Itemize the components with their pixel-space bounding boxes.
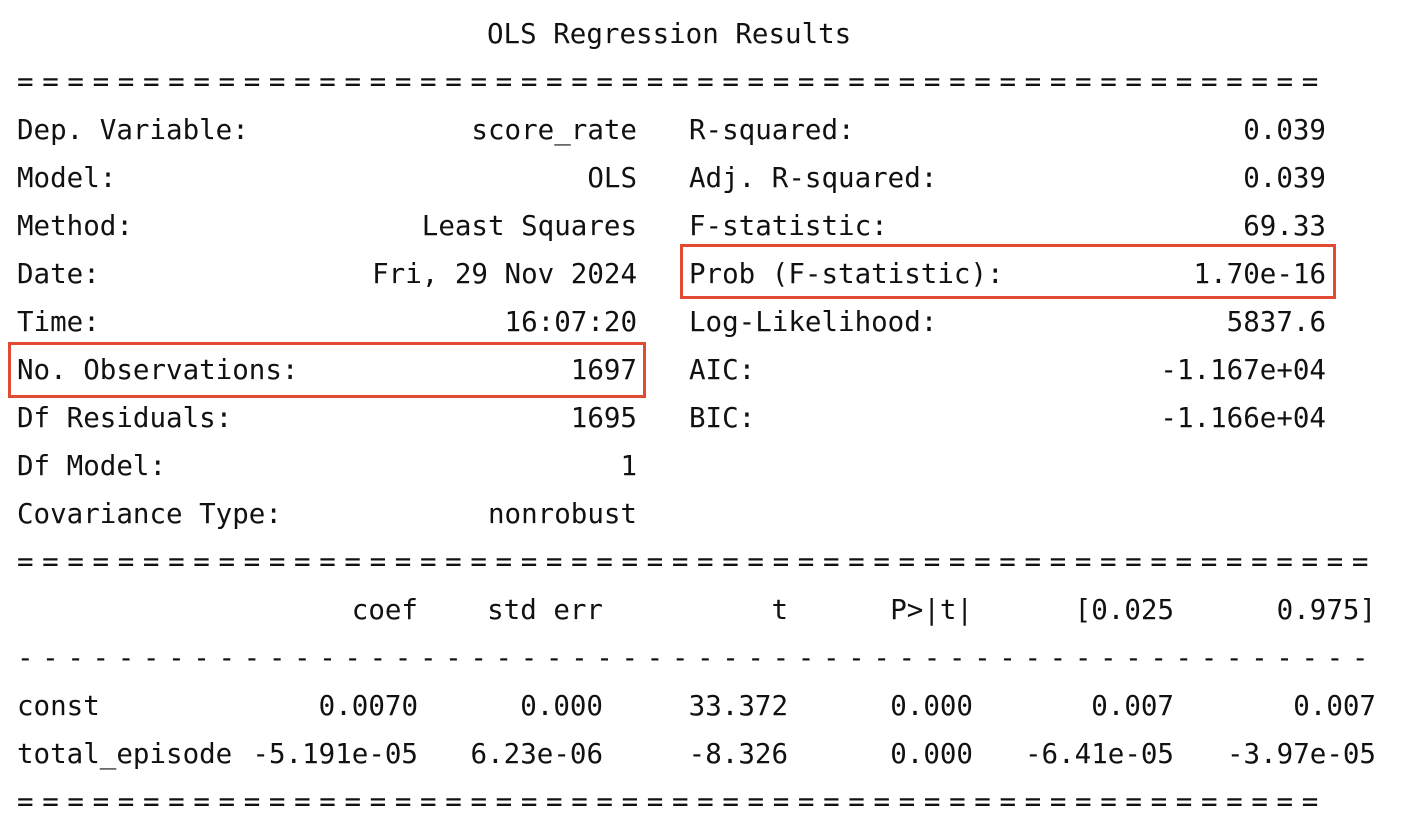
left-label-covariance-type: Covariance Type: <box>17 498 282 530</box>
left-label-time: Time: <box>17 306 100 338</box>
coef-cell-total-episode-p: 0.000 <box>890 738 973 770</box>
coef-cell-const-p: 0.000 <box>890 690 973 722</box>
coef-cell-total-episode-coef: -5.191e-05 <box>252 738 418 770</box>
right-value-adj-r-squared: 0.039 <box>1243 162 1326 194</box>
coef-cell-const-std-err: 0.000 <box>520 690 603 722</box>
left-label-model: Model: <box>17 162 117 194</box>
left-value-no-observations: 1697 <box>570 354 637 386</box>
coef-header-ci-lower: [0.025 <box>1074 594 1174 626</box>
left-value-method: Least Squares <box>421 210 637 242</box>
coef-cell-total-episode-ci-lower: -6.41e-05 <box>1024 738 1174 770</box>
right-value-f-statistic: 69.33 <box>1243 210 1326 242</box>
page-title: OLS Regression Results <box>487 18 852 50</box>
coef-row-name-const: const <box>17 690 100 722</box>
right-label-log-likelihood: Log-Likelihood: <box>689 306 938 338</box>
coef-cell-const-ci-upper: 0.007 <box>1293 690 1376 722</box>
left-value-date: Fri, 29 Nov 2024 <box>372 258 637 290</box>
right-value-prob-f-statistic: 1.70e-16 <box>1193 258 1326 290</box>
left-label-df-residuals: Df Residuals: <box>17 402 233 434</box>
coef-cell-const-t: 33.372 <box>688 690 788 722</box>
coef-row-name-total-episode: total_episode <box>17 738 233 770</box>
coef-cell-total-episode-t: -8.326 <box>688 738 788 770</box>
coef-header-t: t <box>771 594 788 626</box>
right-label-adj-r-squared: Adj. R-squared: <box>689 162 938 194</box>
left-value-dep-variable: score_rate <box>471 114 637 146</box>
left-value-model: OLS <box>587 162 637 194</box>
right-value-r-squared: 0.039 <box>1243 114 1326 146</box>
coef-header-std-err: std err <box>487 594 603 626</box>
left-value-df-model: 1 <box>620 450 637 482</box>
right-label-aic: AIC: <box>689 354 756 386</box>
coef-cell-const-coef: 0.0070 <box>318 690 418 722</box>
separator-bottom: ========================================… <box>17 786 1327 818</box>
left-label-date: Date: <box>17 258 100 290</box>
right-label-r-squared: R-squared: <box>689 114 855 146</box>
coef-cell-total-episode-std-err: 6.23e-06 <box>470 738 603 770</box>
left-label-no-observations: No. Observations: <box>17 354 299 386</box>
separator-top: ========================================… <box>17 66 1327 98</box>
right-label-prob-f-statistic: Prob (F-statistic): <box>689 258 1004 290</box>
right-label-bic: BIC: <box>689 402 756 434</box>
coef-header-ci-upper: 0.975] <box>1276 594 1376 626</box>
right-value-log-likelihood: 5837.6 <box>1226 306 1326 338</box>
coef-header-p-value: P>|t| <box>890 594 973 626</box>
right-label-f-statistic: F-statistic: <box>689 210 888 242</box>
coef-header-coef: coef <box>351 594 418 626</box>
left-value-time: 16:07:20 <box>504 306 637 338</box>
coef-cell-total-episode-ci-upper: -3.97e-05 <box>1226 738 1376 770</box>
right-value-aic: -1.167e+04 <box>1160 354 1326 386</box>
separator-middle: ========================================… <box>17 546 1378 578</box>
left-label-df-model: Df Model: <box>17 450 167 482</box>
left-label-method: Method: <box>17 210 133 242</box>
left-value-df-residuals: 1695 <box>570 402 637 434</box>
left-value-covariance-type: nonrobust <box>487 498 637 530</box>
separator-dashed: ----------------------------------------… <box>17 642 1378 674</box>
right-value-bic: -1.166e+04 <box>1160 402 1326 434</box>
coef-cell-const-ci-lower: 0.007 <box>1091 690 1174 722</box>
left-label-dep-variable: Dep. Variable: <box>17 114 249 146</box>
